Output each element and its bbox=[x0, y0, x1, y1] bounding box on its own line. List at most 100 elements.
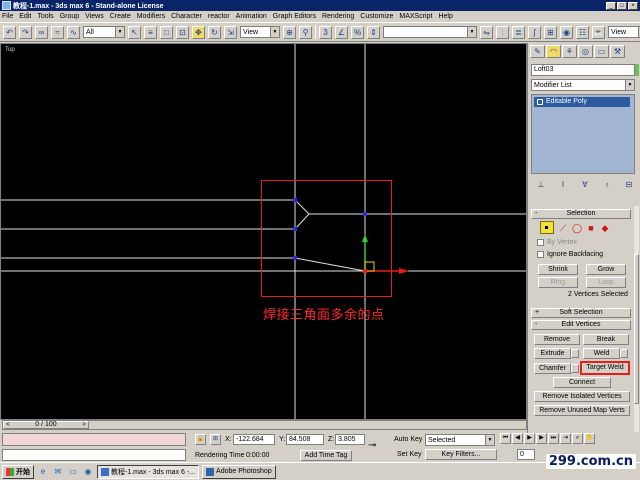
menu-maxscript[interactable]: MAXScript bbox=[399, 13, 432, 20]
angle-snap-icon[interactable]: ∠ bbox=[335, 25, 348, 39]
menu-edit[interactable]: Edit bbox=[19, 13, 31, 20]
object-color-swatch[interactable] bbox=[635, 64, 639, 76]
configure-sets-icon[interactable]: ⊟ bbox=[622, 179, 636, 192]
expand-icon[interactable] bbox=[537, 99, 543, 105]
spinner-snap-icon[interactable]: ⇕ bbox=[367, 25, 380, 39]
select-and-rotate-icon[interactable]: ↻ bbox=[208, 25, 221, 39]
snap-toggle-icon[interactable]: 3 bbox=[319, 25, 332, 39]
vertex-level-icon[interactable] bbox=[540, 221, 554, 234]
next-frame-icon[interactable]: > bbox=[80, 422, 88, 430]
border-level-icon[interactable]: ◯ bbox=[572, 223, 582, 233]
maximize-button[interactable]: □ bbox=[617, 1, 627, 10]
weld-button[interactable]: Weld bbox=[583, 348, 620, 359]
menu-group[interactable]: Group bbox=[60, 13, 79, 20]
show-end-result-icon[interactable]: I bbox=[556, 179, 570, 192]
task-3dsmax[interactable]: 教程-1.max - 3ds max 6 -... bbox=[97, 464, 200, 479]
soft-selection-rollout-header[interactable]: + Soft Selection bbox=[531, 308, 631, 318]
select-manipulate-icon[interactable]: ⚲ bbox=[299, 25, 312, 39]
modify-tab-icon[interactable]: ◠ bbox=[546, 44, 561, 58]
media-icon[interactable]: ◉ bbox=[82, 466, 94, 478]
ie-icon[interactable]: e bbox=[37, 466, 49, 478]
scrollbar-thumb[interactable] bbox=[634, 254, 639, 404]
redo-icon[interactable]: ↷ bbox=[19, 25, 32, 39]
key-filters-button[interactable]: Key Filters... bbox=[425, 449, 497, 460]
motion-tab-icon[interactable]: ◎ bbox=[578, 44, 593, 58]
undo-icon[interactable]: ↶ bbox=[3, 25, 16, 39]
align-icon[interactable]: ⫶ bbox=[496, 25, 509, 39]
menu-help[interactable]: Help bbox=[438, 13, 452, 20]
connect-button[interactable]: Connect bbox=[553, 377, 611, 388]
layer-manager-icon[interactable]: ≣ bbox=[512, 25, 525, 39]
task-photoshop[interactable]: Adobe Photoshop bbox=[202, 464, 276, 479]
select-and-scale-icon[interactable]: ⇲ bbox=[224, 25, 237, 39]
previous-frame-icon[interactable]: ◀ bbox=[512, 433, 523, 444]
create-tab-icon[interactable]: ✎ bbox=[530, 44, 545, 58]
menu-rendering[interactable]: Rendering bbox=[322, 13, 354, 20]
make-unique-icon[interactable]: ∀ bbox=[578, 179, 592, 192]
ignore-backfacing-checkbox[interactable]: Ignore Backfacing bbox=[537, 251, 603, 258]
remove-modifier-icon[interactable]: ♁ bbox=[600, 179, 614, 192]
close-button[interactable]: × bbox=[628, 1, 638, 10]
edge-level-icon[interactable]: ⟋ bbox=[558, 223, 568, 233]
loop-button[interactable]: Loop bbox=[586, 277, 626, 288]
pivot-center-icon[interactable]: ⊕ bbox=[283, 25, 296, 39]
named-selection-dropdown[interactable]: ▼ bbox=[383, 26, 477, 38]
material-editor-icon[interactable]: ◉ bbox=[560, 25, 573, 39]
modifier-stack[interactable]: Editable Poly bbox=[531, 94, 635, 174]
auto-key-label[interactable]: Auto Key bbox=[394, 436, 422, 443]
chamfer-settings-icon[interactable] bbox=[571, 364, 579, 373]
menu-customize[interactable]: Customize bbox=[360, 13, 393, 20]
menu-file[interactable]: File bbox=[2, 13, 13, 20]
object-name-field[interactable]: Loft03 bbox=[531, 64, 635, 76]
target-weld-button[interactable]: Target Weld bbox=[580, 361, 630, 375]
select-object-icon[interactable]: ↖ bbox=[128, 25, 141, 39]
ring-button[interactable]: Ring bbox=[538, 277, 578, 288]
by-vertex-checkbox[interactable]: By Vertex bbox=[537, 239, 577, 246]
lock-selection-icon[interactable]: 🔒 bbox=[195, 434, 206, 445]
select-and-move-icon[interactable]: ✥ bbox=[192, 25, 205, 39]
selection-filter-dropdown[interactable]: All ▼ bbox=[83, 26, 125, 38]
zoom-icon[interactable]: ⌕ bbox=[572, 433, 583, 444]
play-icon[interactable]: ▶ bbox=[524, 433, 535, 444]
minimize-button[interactable]: _ bbox=[606, 1, 616, 10]
stack-item-editable-poly[interactable]: Editable Poly bbox=[534, 97, 630, 107]
window-crossing-icon[interactable]: ⊡ bbox=[176, 25, 189, 39]
polygon-level-icon[interactable]: ■ bbox=[586, 223, 596, 233]
menu-graph-editors[interactable]: Graph Editors bbox=[273, 13, 316, 20]
current-frame-field[interactable]: 0 bbox=[517, 449, 535, 460]
desktop-icon[interactable]: ▭ bbox=[67, 466, 79, 478]
menu-character[interactable]: Character bbox=[171, 13, 202, 20]
mirror-icon[interactable]: ⇋ bbox=[480, 25, 493, 39]
pan-icon[interactable]: ✋ bbox=[584, 433, 595, 444]
display-tab-icon[interactable]: ▭ bbox=[594, 44, 609, 58]
top-viewport[interactable]: Top 焊接三角面多余的点 bbox=[0, 43, 527, 420]
break-button[interactable]: Break bbox=[583, 334, 629, 345]
modifier-list-dropdown[interactable]: Modifier List ▼ bbox=[531, 79, 635, 91]
menu-tools[interactable]: Tools bbox=[37, 13, 53, 20]
render-type-dropdown[interactable]: View▼ bbox=[608, 26, 640, 38]
outlook-icon[interactable]: ✉ bbox=[52, 466, 64, 478]
add-time-tag-button[interactable]: Add Time Tag bbox=[300, 450, 352, 461]
selection-rollout-header[interactable]: - Selection bbox=[531, 209, 631, 219]
maxscript-listener-mini[interactable] bbox=[2, 433, 186, 446]
curve-editor-icon[interactable]: ∫ bbox=[528, 25, 541, 39]
rectangular-selection-icon[interactable]: □ bbox=[160, 25, 173, 39]
key-icon[interactable]: ⊸ bbox=[368, 440, 376, 451]
reference-coordinate-dropdown[interactable]: View ▼ bbox=[240, 26, 280, 38]
element-level-icon[interactable]: ◆ bbox=[600, 223, 610, 233]
go-to-end-icon[interactable]: ⏭ bbox=[548, 433, 559, 444]
utilities-tab-icon[interactable]: ⚒ bbox=[610, 44, 625, 58]
shrink-button[interactable]: Shrink bbox=[538, 264, 578, 275]
link-icon[interactable]: ∞ bbox=[35, 25, 48, 39]
key-mode-toggle-icon[interactable]: ⇥ bbox=[560, 433, 571, 444]
grow-button[interactable]: Grow bbox=[586, 264, 626, 275]
render-scene-icon[interactable]: ☷ bbox=[576, 25, 589, 39]
remove-button[interactable]: Remove bbox=[534, 334, 580, 345]
key-mode-dropdown[interactable]: Selected ▼ bbox=[425, 434, 495, 446]
extrude-settings-icon[interactable] bbox=[571, 349, 579, 358]
next-frame-icon[interactable]: ▶ bbox=[536, 433, 547, 444]
menu-modifiers[interactable]: Modifiers bbox=[137, 13, 165, 20]
y-coordinate-field[interactable]: 84.508 bbox=[286, 434, 324, 445]
prev-frame-icon[interactable]: < bbox=[4, 422, 12, 430]
absolute-mode-icon[interactable]: ⊞ bbox=[210, 434, 221, 445]
